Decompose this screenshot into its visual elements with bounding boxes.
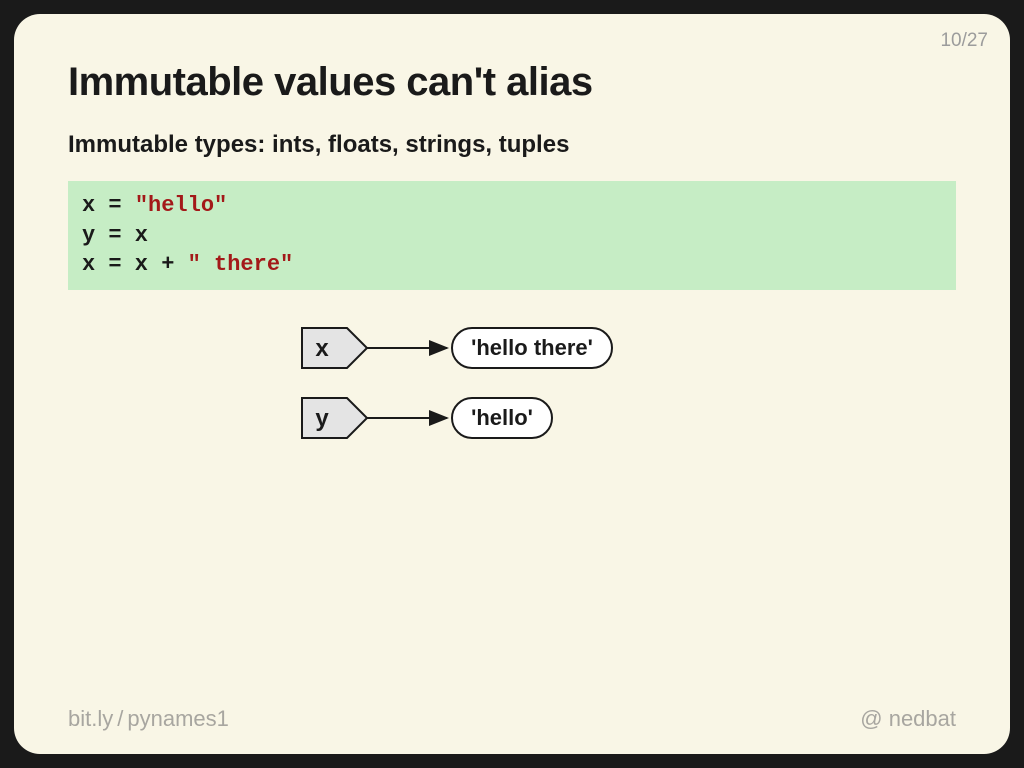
slide-footer: bit.ly/pynames1 @ nedbat [68, 706, 956, 732]
code-block: x = "hello" y = x x = x + " there" [68, 181, 956, 290]
value-x: 'hello there' [452, 328, 612, 368]
code-l2: y = x [82, 223, 148, 248]
value-x-label: 'hello there' [471, 335, 593, 360]
footer-link-host: bit.ly [68, 706, 113, 731]
footer-handle-name: nedbat [889, 706, 956, 731]
tag-x: x [302, 328, 367, 368]
slide-subtitle: Immutable types: ints, floats, strings, … [68, 131, 956, 159]
code-l3b: " there" [188, 252, 294, 277]
slide-card: 10/27 Immutable values can't alias Immut… [14, 14, 1010, 754]
tag-y: y [302, 398, 367, 438]
tag-x-label: x [315, 335, 329, 362]
code-l1a: x = [82, 193, 135, 218]
footer-at: @ [860, 706, 882, 731]
value-y-label: 'hello' [471, 405, 533, 430]
page-current: 10 [940, 30, 961, 51]
footer-link: bit.ly/pynames1 [68, 706, 229, 732]
value-y: 'hello' [452, 398, 552, 438]
footer-slash: / [117, 706, 123, 731]
name-diagram: x 'hello there' y 'hello' [68, 318, 956, 468]
slide-title: Immutable values can't alias [68, 60, 956, 105]
code-l1b: "hello" [135, 193, 227, 218]
code-l3a: x = x + [82, 252, 188, 277]
tag-y-label: y [315, 405, 329, 432]
footer-handle: @ nedbat [860, 706, 956, 732]
page-total: 27 [967, 30, 988, 51]
page-counter: 10/27 [940, 30, 988, 52]
footer-link-path: pynames1 [127, 706, 229, 731]
